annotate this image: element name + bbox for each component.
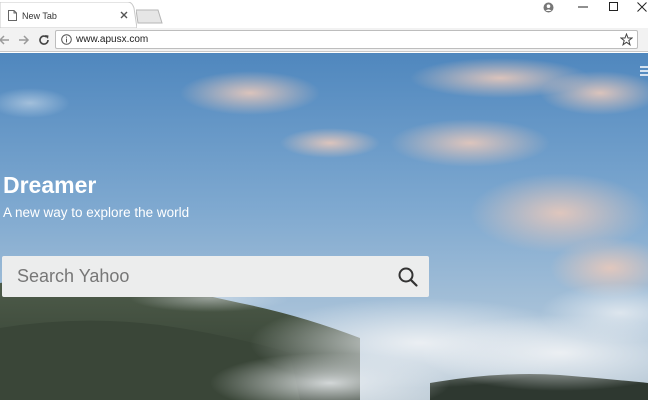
back-arrow-icon[interactable]	[0, 32, 12, 48]
browser-toolbar: www.apusx.com	[0, 28, 648, 52]
tab-new-tab[interactable]: New Tab	[0, 2, 137, 28]
search-box	[2, 256, 429, 297]
brand-title: Dreamer	[3, 172, 97, 198]
maximize-icon[interactable]	[603, 0, 625, 14]
tab-shape	[0, 2, 137, 28]
close-tab-icon[interactable]	[119, 10, 129, 20]
url-text[interactable]: www.apusx.com	[76, 34, 148, 45]
forward-arrow-icon[interactable]	[16, 32, 32, 48]
reload-icon[interactable]	[36, 32, 52, 48]
bookmark-star-icon[interactable]	[620, 33, 633, 46]
close-window-icon[interactable]	[631, 0, 648, 14]
profile-icon[interactable]	[537, 0, 559, 14]
info-icon[interactable]	[61, 34, 72, 45]
tagline: A new way to explore the world	[3, 205, 190, 220]
background-landscape-image	[0, 53, 648, 400]
search-icon[interactable]	[397, 266, 419, 288]
search-input[interactable]	[2, 256, 392, 297]
hamburger-menu-icon[interactable]	[638, 65, 648, 77]
tab-strip: New Tab	[0, 0, 648, 28]
address-bar[interactable]: www.apusx.com	[55, 30, 638, 49]
minimize-icon[interactable]	[572, 0, 594, 14]
new-tab-button[interactable]	[136, 9, 163, 24]
tab-title: New Tab	[22, 11, 57, 21]
new-tab-page: Dreamer A new way to explore the world	[0, 53, 648, 400]
page-icon	[8, 10, 17, 21]
